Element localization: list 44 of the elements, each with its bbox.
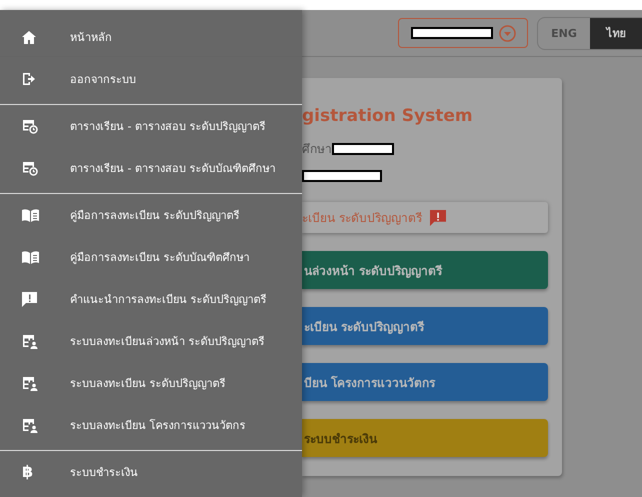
menu-item[interactable]: ระบบลงทะเบียนล่วงหน้า ระดับปริญญาตรี (0, 320, 302, 362)
alert-message-icon (430, 210, 446, 226)
menu-item[interactable]: ระบบลงทะเบียน ระดับปริญญาตรี (0, 362, 302, 404)
menu-item-label: คำแนะนำการลงทะเบียน ระดับปริญญาตรี (70, 292, 266, 308)
page-title: gistration System (302, 106, 474, 126)
menu-item-label: ระบบลงทะเบียนล่วงหน้า ระดับปริญญาตรี (70, 334, 264, 350)
menu-item[interactable]: คำแนะนำการลงทะเบียน ระดับปริญญาตรี (0, 278, 302, 320)
menu-button[interactable]: นล่วงหน้า ระดับปริญญาตรี (302, 251, 548, 289)
menu-item-label: ระบบลงทะเบียน โครงการแววนวัตกร (70, 418, 246, 434)
menu-item[interactable]: ออกจากระบบ (0, 58, 302, 100)
account-dropdown[interactable] (398, 18, 528, 48)
menu-item[interactable]: ฿ ระบบชำระเงิน (0, 451, 302, 493)
menu-item[interactable]: คู่มือการลงทะเบียน ระดับบัณฑิตศึกษา (0, 236, 302, 278)
calendar-clock-icon (22, 118, 38, 134)
menu-item-label: ตารางเรียน - ตารางสอบ ระดับปริญญาตรี (70, 119, 266, 135)
language-tab[interactable]: ไทย (590, 18, 642, 48)
menu-button[interactable]: ะเบียน ระดับปริญญาตรี (302, 307, 548, 345)
menu-item[interactable]: ตารางเรียน - ตารางสอบ ระดับปริญญาตรี (0, 105, 302, 147)
redaction-box (332, 142, 394, 154)
calendar-clock-icon (22, 160, 38, 176)
alert-message-icon (22, 292, 37, 306)
book-icon (22, 250, 39, 264)
home-icon (22, 30, 36, 44)
student-label: ศึกษา (302, 141, 332, 158)
dropdown-icon (498, 24, 516, 42)
menu-item[interactable]: หน้าหลัก (0, 16, 302, 58)
menu-button[interactable]: ระบบชำระเงิน (302, 419, 548, 457)
menu-item[interactable]: ตารางเรียน - ตารางสอบ ระดับบัณฑิตศึกษา (0, 147, 302, 189)
menu-button[interactable]: บียน โครงการแววนวัตกร (302, 363, 548, 401)
logout-icon (22, 72, 36, 86)
menu-item-label: ระบบชำระเงิน (70, 465, 138, 481)
menu-item[interactable]: ระบบลงทะเบียน โครงการแววนวัตกร (0, 404, 302, 446)
menu-item-label: ออกจากระบบ (70, 72, 136, 88)
book-icon (22, 208, 39, 222)
menu-item-label: ตารางเรียน - ตารางสอบ ระดับบัณฑิตศึกษา (70, 161, 276, 177)
menu-item-label: ระบบลงทะเบียน ระดับปริญญาตรี (70, 376, 226, 392)
menu-item[interactable]: คู่มือการลงทะเบียน ระดับปริญญาตรี (0, 194, 302, 236)
table-person-icon (22, 376, 38, 390)
table-person-icon (22, 334, 38, 348)
baht-icon: ฿ (22, 464, 34, 480)
menu-item-label: คู่มือการลงทะเบียน ระดับปริญญาตรี (70, 208, 240, 224)
menu-item-label: คู่มือการลงทะเบียน ระดับบัณฑิตศึกษา (70, 250, 250, 266)
table-person-icon (22, 418, 38, 432)
menu-item-label: หน้าหลัก (70, 30, 112, 46)
